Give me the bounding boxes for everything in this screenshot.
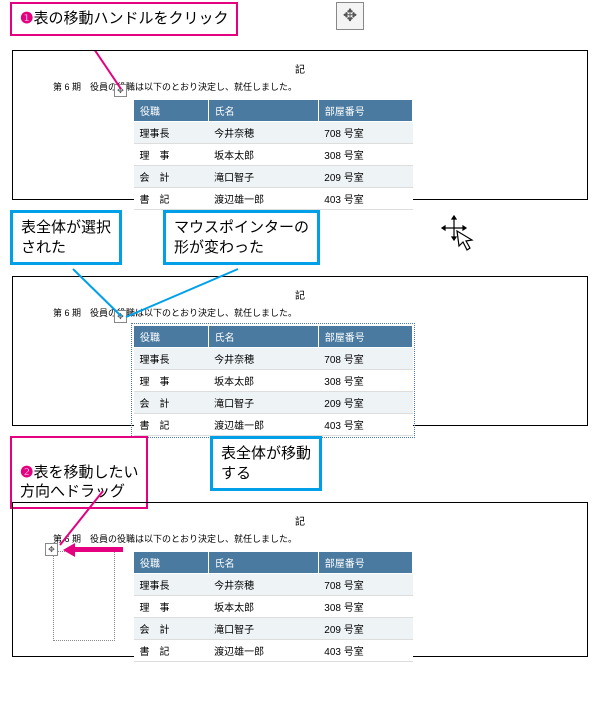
callout-step2: ❷表を移動したい 方向へドラッグ (10, 436, 148, 509)
document-panel-3: 記 第 6 期 役員の役職は以下のとおり決定し、就任しました。 ✥ 役職氏名部屋… (12, 502, 588, 657)
table-row: 理 事坂本太郎308 号室 (134, 370, 413, 392)
doc-heading: 記 (23, 61, 577, 76)
callout-step1: ❶表の移動ハンドルをクリック (10, 2, 238, 36)
table-row: 理事長今井奈穂708 号室 (134, 348, 413, 370)
table-row: 会 計滝口智子209 号室 (134, 392, 413, 414)
doc-subhead: 第 6 期 役員の役職は以下のとおり決定し、就任しました。 (53, 532, 577, 545)
data-table-1: 役職氏名部屋番号 理事長今井奈穂708 号室 理 事坂本太郎308 号室 会 計… (133, 99, 413, 210)
step2-number: ❷ (20, 464, 33, 481)
table-row: 理事長今井奈穂708 号室 (134, 574, 413, 596)
data-table-3: 役職氏名部屋番号 理事長今井奈穂708 号室 理 事坂本太郎308 号室 会 計… (133, 551, 413, 662)
document-panel-2: 記 第 6 期 役員の役職は以下のとおり決定し、就任しました。 ✥ 役職氏名部屋… (12, 276, 588, 426)
doc-subhead: 第 6 期 役員の役職は以下のとおり決定し、就任しました。 (53, 306, 577, 319)
step2-text: 表を移動したい 方向へドラッグ (20, 464, 138, 501)
th-room: 部屋番号 (318, 100, 412, 122)
table-row: 理 事坂本太郎308 号室 (134, 596, 413, 618)
data-table-2: 役職氏名部屋番号 理事長今井奈穂708 号室 理 事坂本太郎308 号室 会 計… (133, 325, 413, 436)
document-panel-1: 記 第 6 期 役員の役職は以下のとおり決定し、就任しました。 ✥ 役職氏名部屋… (12, 50, 588, 200)
table-row: 書 記渡辺雄一郎403 号室 (134, 640, 413, 662)
table-move-handle[interactable]: ✥ (114, 310, 127, 323)
table-move-handle[interactable]: ✥ (114, 84, 127, 97)
table-row: 書 記渡辺雄一郎403 号室 (134, 188, 413, 210)
callout-selected: 表全体が選択 された (10, 210, 122, 265)
callout-pointer-changed: マウスポインターの 形が変わった (163, 210, 320, 265)
table-row: 理事長今井奈穂708 号室 (134, 122, 413, 144)
step1-text: 表の移動ハンドルをクリック (33, 10, 228, 27)
doc-subhead: 第 6 期 役員の役職は以下のとおり決定し、就任しました。 (53, 80, 577, 93)
th-role: 役職 (134, 100, 209, 122)
step1-number: ❶ (20, 10, 33, 27)
table-row: 会 計滝口智子209 号室 (134, 166, 413, 188)
drag-arrow-icon (68, 547, 123, 552)
table-row: 書 記渡辺雄一郎403 号室 (134, 414, 413, 436)
drag-ghost-outline (53, 551, 115, 641)
table-row: 理 事坂本太郎308 号室 (134, 144, 413, 166)
table-row: 会 計滝口智子209 号室 (134, 618, 413, 640)
doc-heading: 記 (23, 287, 577, 302)
move-cursor-icon (440, 214, 480, 259)
doc-heading: 記 (23, 513, 577, 528)
th-name: 氏名 (208, 100, 318, 122)
move-handle-icon[interactable]: ✥ (336, 2, 364, 30)
callout-moved: 表全体が移動 する (210, 436, 322, 491)
move-arrows-icon: ✥ (343, 6, 357, 26)
